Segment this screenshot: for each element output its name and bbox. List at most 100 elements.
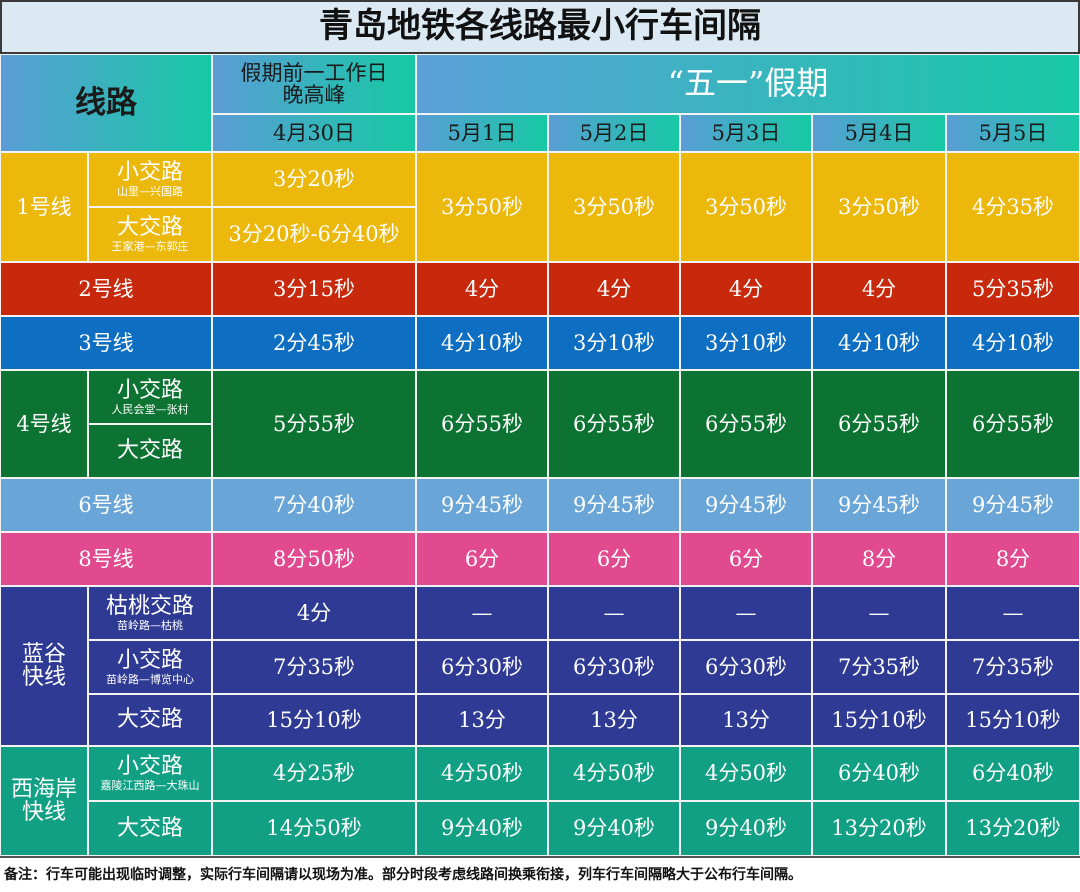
interval-cell: 4分50秒 bbox=[416, 746, 548, 801]
date-header: 5月1日 bbox=[416, 114, 548, 152]
interval-cell: 5分35秒 bbox=[946, 262, 1080, 316]
variant-endpoints: 嘉陵江西路—大珠山 bbox=[100, 779, 200, 793]
interval-cell: 9分40秒 bbox=[416, 801, 548, 856]
interval-cell: 6分30秒 bbox=[680, 640, 812, 694]
interval-cell: 6分55秒 bbox=[680, 370, 812, 478]
variant-endpoints: 苗岭路—博览中心 bbox=[106, 672, 194, 686]
route-variant: 小交路 苗岭路—博览中心 bbox=[88, 640, 212, 694]
interval-cell: 4分 bbox=[416, 262, 548, 316]
pre-holiday-header: 假期前一工作日 晚高峰 bbox=[212, 54, 416, 114]
interval-cell: 6分55秒 bbox=[416, 370, 548, 478]
page-title: 青岛地铁各线路最小行车间隔 bbox=[0, 0, 1080, 54]
variant-label: 小交路 bbox=[116, 160, 183, 186]
interval-cell: 4分 bbox=[812, 262, 946, 316]
variant-label: 大交路 bbox=[116, 707, 183, 733]
interval-cell: 4分 bbox=[680, 262, 812, 316]
interval-cell: 6分55秒 bbox=[946, 370, 1080, 478]
holiday-header: “五一”假期 bbox=[416, 54, 1080, 114]
interval-cell: 6分 bbox=[548, 532, 680, 586]
variant-label: 大交路 bbox=[116, 815, 183, 841]
interval-table: 青岛地铁各线路最小行车间隔 线路 假期前一工作日 晚高峰 “五一”假期 4月30… bbox=[0, 0, 1080, 892]
interval-cell: 4分10秒 bbox=[416, 316, 548, 370]
line-name: 1号线 bbox=[0, 152, 88, 262]
variant-endpoints: 王家港—东郭庄 bbox=[111, 240, 189, 254]
date-header: 5月5日 bbox=[946, 114, 1080, 152]
interval-cell: 4分50秒 bbox=[680, 746, 812, 801]
line-name: 4号线 bbox=[0, 370, 88, 478]
interval-cell: 6分 bbox=[416, 532, 548, 586]
route-variant: 大交路 bbox=[88, 801, 212, 856]
interval-cell: 13分20秒 bbox=[812, 801, 946, 856]
route-variant: 大交路 bbox=[88, 694, 212, 746]
interval-cell: 7分40秒 bbox=[212, 478, 416, 532]
variant-endpoints: 山里—兴国路 bbox=[117, 185, 183, 199]
interval-cell: 6分55秒 bbox=[548, 370, 680, 478]
interval-cell: 4分25秒 bbox=[212, 746, 416, 801]
interval-cell: — bbox=[946, 586, 1080, 640]
interval-cell: 9分40秒 bbox=[548, 801, 680, 856]
interval-cell: 7分35秒 bbox=[946, 640, 1080, 694]
interval-cell: 4分35秒 bbox=[946, 152, 1080, 262]
interval-cell: 9分45秒 bbox=[812, 478, 946, 532]
route-variant: 大交路 王家港—东郭庄 bbox=[88, 207, 212, 262]
route-variant: 小交路 山里—兴国路 bbox=[88, 152, 212, 207]
line-name: 8号线 bbox=[0, 532, 212, 586]
variant-label: 小交路 bbox=[116, 754, 183, 780]
interval-cell: 3分10秒 bbox=[548, 316, 680, 370]
interval-cell: 9分45秒 bbox=[416, 478, 548, 532]
interval-cell: — bbox=[548, 586, 680, 640]
variant-label: 大交路 bbox=[116, 438, 183, 464]
interval-cell: — bbox=[416, 586, 548, 640]
route-variant: 枯桃交路 苗岭路—枯桃 bbox=[88, 586, 212, 640]
interval-cell: 3分50秒 bbox=[680, 152, 812, 262]
date-header: 5月4日 bbox=[812, 114, 946, 152]
interval-cell: 4分50秒 bbox=[548, 746, 680, 801]
variant-endpoints: 人民会堂—张村 bbox=[111, 402, 189, 416]
interval-cell: 13分 bbox=[416, 694, 548, 746]
interval-cell: 3分50秒 bbox=[812, 152, 946, 262]
variant-label: 小交路 bbox=[116, 377, 183, 403]
interval-cell: 3分15秒 bbox=[212, 262, 416, 316]
interval-cell: 4分 bbox=[212, 586, 416, 640]
route-variant: 大交路 bbox=[88, 424, 212, 478]
interval-cell: 2分45秒 bbox=[212, 316, 416, 370]
interval-cell: 9分45秒 bbox=[946, 478, 1080, 532]
interval-cell: 8分50秒 bbox=[212, 532, 416, 586]
route-variant: 小交路 嘉陵江西路—大珠山 bbox=[88, 746, 212, 801]
interval-cell: 3分10秒 bbox=[680, 316, 812, 370]
interval-cell: 7分35秒 bbox=[212, 640, 416, 694]
interval-cell: 13分 bbox=[548, 694, 680, 746]
variant-label: 大交路 bbox=[116, 215, 183, 241]
line-name: 2号线 bbox=[0, 262, 212, 316]
interval-cell: 9分45秒 bbox=[548, 478, 680, 532]
interval-cell: 7分35秒 bbox=[812, 640, 946, 694]
interval-cell: 6分40秒 bbox=[946, 746, 1080, 801]
date-header: 4月30日 bbox=[212, 114, 416, 152]
interval-cell: 3分50秒 bbox=[548, 152, 680, 262]
variant-label: 枯桃交路 bbox=[105, 593, 194, 619]
interval-cell: 4分10秒 bbox=[812, 316, 946, 370]
interval-cell: 9分45秒 bbox=[680, 478, 812, 532]
interval-cell: 15分10秒 bbox=[946, 694, 1080, 746]
interval-cell: 5分55秒 bbox=[212, 370, 416, 478]
footnote: 备注：行车可能出现临时调整，实际行车间隔请以现场为准。部分时段考虑线路间换乘衔接… bbox=[0, 856, 1080, 892]
route-variant: 小交路 人民会堂—张村 bbox=[88, 370, 212, 424]
variant-label: 小交路 bbox=[116, 647, 183, 673]
route-header: 线路 bbox=[0, 54, 212, 152]
interval-cell: 3分20秒-6分40秒 bbox=[212, 207, 416, 262]
interval-cell: 8分 bbox=[812, 532, 946, 586]
interval-cell: 6分55秒 bbox=[812, 370, 946, 478]
interval-cell: 14分50秒 bbox=[212, 801, 416, 856]
interval-cell: 6分40秒 bbox=[812, 746, 946, 801]
line-name: 西海岸 快线 bbox=[0, 746, 88, 856]
interval-cell: 6分30秒 bbox=[548, 640, 680, 694]
line-name: 6号线 bbox=[0, 478, 212, 532]
line-name: 蓝谷 快线 bbox=[0, 586, 88, 746]
date-header: 5月3日 bbox=[680, 114, 812, 152]
interval-cell: 13分20秒 bbox=[946, 801, 1080, 856]
interval-cell: 15分10秒 bbox=[212, 694, 416, 746]
interval-cell: — bbox=[680, 586, 812, 640]
date-header: 5月2日 bbox=[548, 114, 680, 152]
interval-cell: 6分 bbox=[680, 532, 812, 586]
interval-cell: 8分 bbox=[946, 532, 1080, 586]
